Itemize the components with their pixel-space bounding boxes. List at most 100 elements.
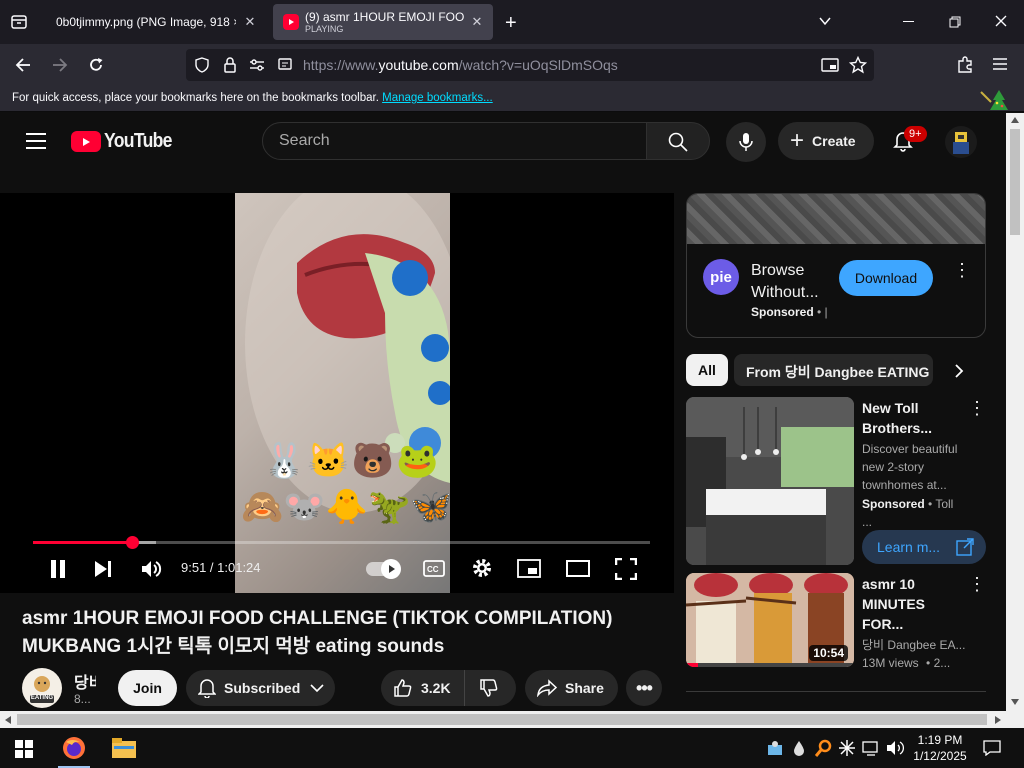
- like-count: 3.2K: [421, 680, 451, 696]
- share-button[interactable]: Share: [525, 670, 618, 706]
- volume-icon[interactable]: [140, 558, 162, 580]
- permissions-icon[interactable]: [249, 58, 265, 72]
- chip-from-channel[interactable]: From 당비 Dangbee EATING: [734, 354, 933, 386]
- manage-bookmarks-link[interactable]: Manage bookmarks...: [382, 92, 493, 104]
- tab-youtube-video[interactable]: (9) asmr 1HOUR EMOJI FOOD C PLAYING ✕: [273, 4, 493, 40]
- join-button[interactable]: Join: [118, 670, 177, 706]
- ad-sponsored-label: Sponsored: [751, 305, 814, 319]
- list-all-tabs-icon[interactable]: [818, 14, 832, 28]
- volume-tray-icon[interactable]: [886, 740, 904, 756]
- notifications-center-icon[interactable]: [983, 740, 1001, 756]
- time-display: 9:51 / 1:01:24: [181, 560, 261, 575]
- autoplay-toggle[interactable]: [366, 559, 401, 579]
- windows-taskbar: 1:19 PM 1/12/2025: [0, 728, 1024, 768]
- youtube-favicon-icon: [283, 14, 299, 30]
- picture-in-picture-icon[interactable]: [821, 57, 839, 73]
- progress-bar[interactable]: [33, 536, 650, 549]
- sponsored-video-sponsor-row: Sponsored • Toll ...: [862, 495, 962, 531]
- firefox-taskbar-icon[interactable]: [62, 736, 86, 760]
- ad-download-button[interactable]: Download: [839, 260, 933, 296]
- fullscreen-icon[interactable]: [615, 558, 637, 580]
- chip-all[interactable]: All: [686, 354, 728, 386]
- page-info-icon[interactable]: [277, 57, 293, 73]
- next-video-icon[interactable]: [94, 560, 112, 578]
- tray-app-icon[interactable]: [766, 739, 784, 757]
- learn-more-button[interactable]: Learn m...: [862, 530, 986, 564]
- url-text[interactable]: https://www.youtube.com/watch?v=uOqSlDmS…: [303, 57, 618, 73]
- new-tab-icon[interactable]: +: [505, 12, 517, 35]
- sponsored-video-desc-line1: Discover beautiful: [862, 442, 958, 456]
- sponsored-video-more-icon[interactable]: ⋮: [968, 399, 986, 417]
- channel-name[interactable]: 당비: [74, 669, 96, 693]
- theater-mode-icon[interactable]: [566, 560, 590, 577]
- progress-scrubber[interactable]: [126, 536, 140, 549]
- related-video-channel: 당비 Dangbee EA...: [862, 638, 966, 652]
- tray-star-icon[interactable]: [838, 739, 856, 757]
- scroll-up-icon[interactable]: [1011, 117, 1019, 123]
- like-button[interactable]: 3.2K: [381, 670, 465, 706]
- sponsored-video-label: Sponsored: [862, 497, 925, 511]
- shield-icon[interactable]: [194, 57, 210, 73]
- search-button[interactable]: [646, 122, 710, 160]
- restore-window-icon[interactable]: [949, 16, 961, 28]
- tray-droplet-icon[interactable]: [793, 740, 805, 756]
- extensions-puzzle-icon[interactable]: [956, 56, 974, 74]
- tab-png-image[interactable]: 0b0tjimmy.png (PNG Image, 918 × ✕: [44, 4, 266, 40]
- horizontal-scrollbar[interactable]: [0, 711, 1024, 728]
- youtube-logo[interactable]: YouTube: [71, 130, 181, 153]
- search-input[interactable]: Search: [262, 122, 648, 160]
- tab-overview-icon[interactable]: [10, 13, 28, 31]
- sponsored-ad-card[interactable]: pie Browse Without... Sponsored • | Down…: [686, 193, 986, 338]
- file-explorer-icon[interactable]: [112, 738, 136, 758]
- back-arrow-icon[interactable]: [14, 56, 32, 74]
- url-bar[interactable]: https://www.youtube.com/watch?v=uOqSlDmS…: [186, 49, 874, 81]
- clock[interactable]: 1:19 PM 1/12/2025: [910, 732, 970, 764]
- vertical-scrollbar[interactable]: [1006, 113, 1024, 711]
- create-button[interactable]: + Create: [778, 122, 874, 160]
- vertical-scroll-thumb[interactable]: [1010, 129, 1020, 235]
- scroll-down-icon[interactable]: [1011, 699, 1019, 705]
- close-window-icon[interactable]: [994, 14, 1008, 28]
- reload-icon[interactable]: [87, 56, 105, 74]
- scroll-right-icon[interactable]: [995, 716, 1001, 724]
- tab-playing-label: PLAYING: [305, 24, 344, 34]
- related-video-thumbnail[interactable]: 10:54: [686, 573, 854, 667]
- more-actions-button[interactable]: •••: [626, 670, 662, 706]
- video-player[interactable]: 🐰🐱🐻🐸 🙈🐭🐥🦖🦋 9:51 / 1:01:24 CC: [0, 193, 674, 593]
- pause-icon[interactable]: [49, 559, 67, 579]
- channel-avatar[interactable]: EATING: [22, 668, 62, 708]
- guide-menu-icon[interactable]: [26, 133, 46, 149]
- subscribed-label: Subscribed: [224, 680, 301, 696]
- windows-start-icon[interactable]: [15, 740, 33, 758]
- network-icon[interactable]: [862, 740, 880, 756]
- tray-search-icon[interactable]: [815, 739, 833, 757]
- tab-label: (9) asmr 1HOUR EMOJI FOOD C: [305, 10, 465, 24]
- voice-search-button[interactable]: [726, 122, 766, 162]
- horizontal-scroll-thumb[interactable]: [17, 714, 987, 725]
- ad-more-options-icon[interactable]: ⋮: [953, 261, 971, 279]
- related-video-info[interactable]: asmr 10 MINUTES FOR... 당비 Dangbee EA... …: [862, 574, 966, 672]
- sponsored-video-info[interactable]: New Toll Brothers... Discover beautiful …: [862, 398, 962, 531]
- miniplayer-icon[interactable]: [517, 559, 541, 578]
- settings-gear-icon[interactable]: [471, 557, 493, 579]
- subtitles-cc-icon[interactable]: CC: [423, 560, 445, 577]
- close-tab-icon[interactable]: ✕: [469, 14, 485, 30]
- avatar[interactable]: [945, 126, 977, 158]
- dislike-button[interactable]: [465, 678, 499, 698]
- url-domain: youtube.com: [378, 57, 459, 73]
- chips-next-icon[interactable]: [953, 363, 965, 379]
- scroll-left-icon[interactable]: [5, 716, 11, 724]
- bookmark-star-icon[interactable]: [849, 56, 867, 74]
- subscribed-button[interactable]: Subscribed: [186, 670, 335, 706]
- sponsored-video-thumbnail[interactable]: [686, 397, 854, 565]
- forward-arrow-icon[interactable]: [51, 56, 69, 74]
- related-video-more-icon[interactable]: ⋮: [968, 575, 986, 593]
- close-tab-icon[interactable]: ✕: [242, 14, 258, 30]
- ad-sponsored-row: Sponsored • |: [751, 305, 828, 319]
- url-path: /watch?v=uOqSlDmSOqs: [458, 57, 618, 73]
- autoplay-knob-icon: [381, 559, 401, 579]
- lock-icon[interactable]: [222, 56, 238, 74]
- minimize-window-icon[interactable]: [903, 21, 914, 22]
- menu-hamburger-icon[interactable]: [993, 58, 1007, 70]
- share-label: Share: [565, 680, 604, 696]
